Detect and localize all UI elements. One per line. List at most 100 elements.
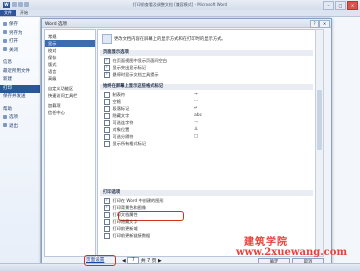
checkbox[interactable]: [104, 141, 110, 147]
option-print-hidden-text[interactable]: 打印隐藏文字: [104, 219, 138, 225]
folder-icon: [3, 38, 7, 43]
word-options-dialog: Word 选项 ? ✕ 常规 显示 校对 保存 版式 语言 高级 自定义功能区 …: [41, 18, 332, 268]
option-update-fields[interactable]: 打印前更新域: [104, 226, 138, 232]
checkbox[interactable]: [104, 212, 110, 218]
options-scrollbar[interactable]: [315, 29, 324, 257]
checkbox[interactable]: [104, 226, 110, 232]
page-count: 共 7 页: [140, 259, 157, 264]
category-display[interactable]: 显示: [45, 40, 95, 47]
backstage-item-new[interactable]: 新建: [0, 76, 40, 85]
category-language[interactable]: 语言: [45, 68, 95, 75]
checkbox[interactable]: ✓: [104, 198, 110, 204]
page-setup-link[interactable]: 页面设置: [86, 257, 104, 263]
ribbon-tab-row: [0, 10, 360, 17]
category-quick-access[interactable]: 快速访问工具栏: [45, 92, 95, 99]
tab-file[interactable]: 文件: [0, 10, 16, 16]
hidden-text-icon: abc: [194, 113, 203, 118]
option-show-highlighter[interactable]: ✓ 显示突出显示标记: [104, 65, 146, 71]
save-as-icon: [3, 30, 7, 34]
checkbox[interactable]: ✓: [104, 205, 110, 211]
option-optional-hyphens[interactable]: 可选连字符: [104, 120, 133, 126]
option-hidden-text[interactable]: 隐藏文字: [104, 113, 129, 119]
backstage-item-info[interactable]: 信息: [0, 59, 40, 68]
backstage-item-save-as[interactable]: 另存为: [0, 30, 40, 39]
options-icon: [3, 114, 7, 119]
display-icon: [102, 34, 112, 44]
scroll-thumb[interactable]: [317, 90, 322, 150]
checkbox[interactable]: [104, 106, 110, 112]
backstage-item-help[interactable]: 帮助: [0, 106, 40, 115]
backstage-item-options[interactable]: 选项: [0, 114, 40, 123]
category-trust-center[interactable]: 信任中心: [45, 109, 95, 116]
option-update-links[interactable]: 打印前更新链接数据: [104, 233, 150, 239]
backstage-item-save[interactable]: 保存: [0, 21, 40, 30]
redo-icon[interactable]: [24, 2, 29, 7]
category-general[interactable]: 常规: [45, 33, 95, 40]
option-show-tooltips[interactable]: ✓ 悬停时显示文档工具提示: [104, 72, 159, 78]
option-print-drawings[interactable]: ✓ 打印在 Word 中创建的图形: [104, 198, 164, 204]
category-save[interactable]: 保存: [45, 54, 95, 61]
backstage-item-recent[interactable]: 最近所用文件: [0, 68, 40, 77]
quick-access-toolbar: [12, 2, 42, 8]
window-title: 打印前查看及调整文档 [兼容模式] - Microsoft Word: [132, 2, 228, 7]
section-header-format-marks: 始终在屏幕上显示这些格式标记: [100, 84, 313, 90]
page-navigator: ◀ 7 共 7 页 ▶: [122, 257, 162, 264]
dialog-close-button[interactable]: ✕: [319, 20, 330, 28]
backstage-item-close[interactable]: 关闭: [0, 47, 40, 56]
save-icon: [3, 21, 7, 26]
option-print-properties[interactable]: 打印文档属性: [104, 212, 138, 218]
checkbox[interactable]: [104, 92, 110, 98]
category-proofing[interactable]: 校对: [45, 47, 95, 54]
space-mark-icon: ···: [194, 99, 199, 104]
checkbox[interactable]: [104, 120, 110, 126]
hyphen-mark-icon: ¬: [194, 120, 198, 125]
undo-icon[interactable]: [18, 2, 23, 7]
checkbox[interactable]: [104, 219, 110, 225]
word-app-icon[interactable]: W: [3, 2, 10, 8]
option-optional-breaks[interactable]: 可选分隔符: [104, 134, 133, 140]
minimize-button[interactable]: –: [323, 1, 334, 10]
backstage-item-open[interactable]: 打开: [0, 38, 40, 47]
close-window-button[interactable]: ✕: [347, 1, 358, 10]
option-tab-chars[interactable]: 制表符: [104, 92, 125, 98]
dialog-title-bar: [42, 19, 331, 28]
dialog-title: Word 选项: [45, 21, 67, 27]
checkbox[interactable]: ✓: [104, 58, 110, 64]
save-icon[interactable]: [12, 2, 17, 7]
next-page-icon[interactable]: ▶: [158, 259, 162, 264]
option-show-whitespace[interactable]: ✓ 在页面视图中显示页面间空白: [104, 58, 167, 64]
maximize-button[interactable]: □: [335, 1, 346, 10]
page-number-input[interactable]: 7: [127, 257, 140, 264]
tab-home[interactable]: 开始: [17, 10, 31, 16]
help-button[interactable]: ?: [310, 20, 319, 28]
section-header-print-options: 打印选项: [100, 190, 313, 196]
checkbox[interactable]: [104, 233, 110, 239]
anchor-icon: ⚓: [194, 127, 199, 132]
option-object-anchors[interactable]: 对象位置: [104, 127, 129, 133]
option-spaces[interactable]: 空格: [104, 99, 121, 105]
watermark-url: www.2xuewang.com: [236, 247, 348, 258]
previous-page-icon[interactable]: ◀: [122, 259, 126, 264]
checkbox[interactable]: [104, 134, 110, 140]
watermark-text: 建筑学院: [244, 237, 288, 248]
options-content-panel: 更改文档内容在屏幕上的显示方式和在打印时的显示方式。 页面显示选项 ✓ 在页面视图…: [97, 29, 317, 257]
category-customize-ribbon[interactable]: 自定义功能区: [45, 85, 95, 92]
backstage-preview-area: [330, 17, 360, 270]
backstage-nav: 保存 另存为 打开 关闭 信息 最近所用文件 新建 打印 保存并发送 帮助 选项…: [0, 17, 41, 270]
option-paragraph-marks[interactable]: 段落标记: [104, 106, 129, 112]
category-addins[interactable]: 加载项: [45, 102, 95, 109]
paragraph-mark-icon: ↵: [194, 106, 198, 111]
checkbox[interactable]: ✓: [104, 72, 110, 78]
backstage-item-share[interactable]: 保存并发送: [0, 93, 40, 102]
checkbox[interactable]: ✓: [104, 65, 110, 71]
category-advanced[interactable]: 高级: [45, 75, 95, 82]
checkbox[interactable]: [104, 113, 110, 119]
checkbox[interactable]: [104, 99, 110, 105]
checkbox[interactable]: [104, 127, 110, 133]
break-mark-icon: □: [194, 134, 199, 139]
backstage-item-print[interactable]: 打印: [0, 84, 40, 93]
options-category-list: 常规 显示 校对 保存 版式 语言 高级 自定义功能区 快速访问工具栏 加载项 …: [44, 29, 96, 257]
option-show-all-marks[interactable]: 显示所有格式标记: [104, 141, 146, 147]
backstage-item-exit[interactable]: 退出: [0, 123, 40, 132]
category-layout[interactable]: 版式: [45, 61, 95, 68]
